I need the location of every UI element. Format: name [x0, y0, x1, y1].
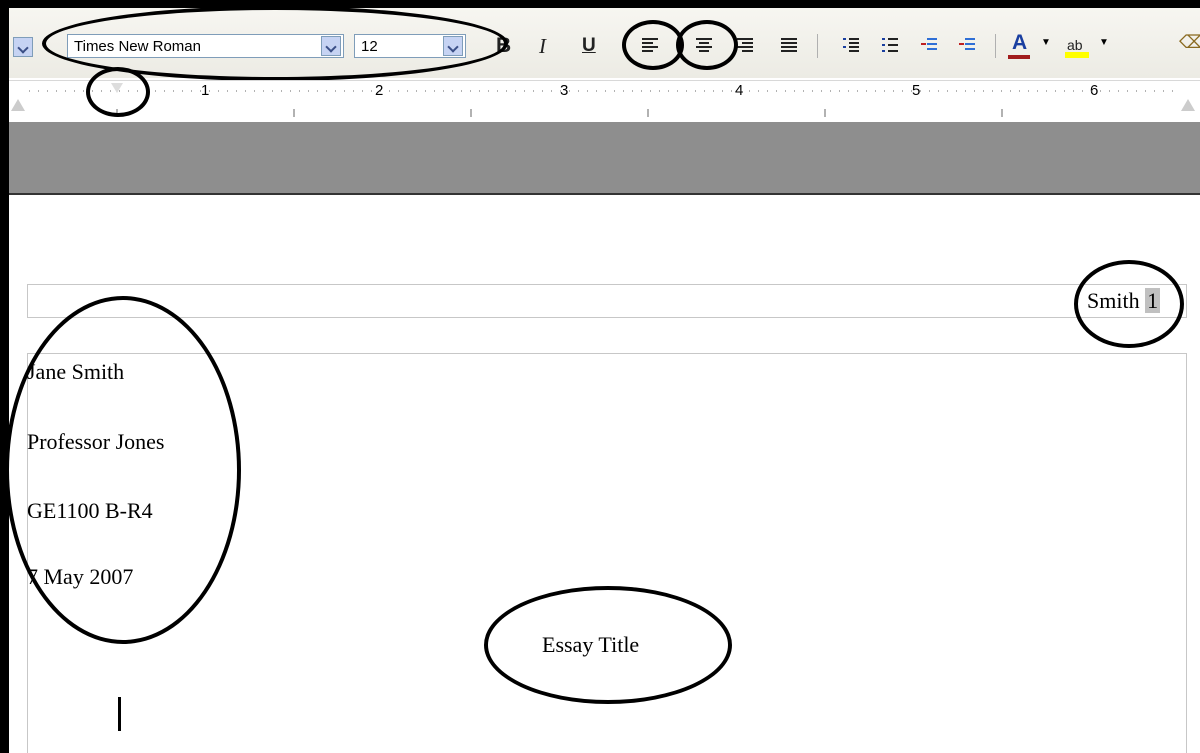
- font-size-combo[interactable]: 12: [354, 34, 466, 58]
- essay-title: Essay Title: [542, 632, 640, 657]
- highlight-swatch: [1065, 52, 1089, 58]
- heading-line-name: Jane Smith: [27, 359, 125, 384]
- justify-icon[interactable]: [781, 38, 797, 54]
- bold-button[interactable]: B: [496, 35, 511, 57]
- font-color-swatch: [1008, 55, 1030, 59]
- document-body-area[interactable]: [27, 353, 1187, 753]
- font-name-combo[interactable]: Times New Roman: [67, 34, 344, 58]
- heading-line-course: GE1100 B-R4: [27, 498, 153, 523]
- decrease-indent-icon[interactable]: [921, 38, 937, 54]
- toolbar-separator: [995, 34, 996, 58]
- font-color-icon[interactable]: A: [1012, 32, 1027, 54]
- first-line-indent-icon[interactable]: [111, 83, 123, 93]
- text-cursor: [118, 697, 121, 731]
- right-margin-marker-icon[interactable]: [1181, 99, 1195, 111]
- font-name-dropdown-icon[interactable]: [321, 36, 341, 56]
- left-margin-marker-icon[interactable]: [11, 99, 25, 111]
- ruler-ticks: [29, 90, 1179, 117]
- window-top-border: [0, 0, 1200, 8]
- bullet-list-icon[interactable]: [882, 38, 898, 54]
- header-last-name: Smith: [1087, 288, 1140, 313]
- window-left-border: [0, 0, 9, 753]
- page-header-area[interactable]: [27, 284, 1187, 318]
- font-size-dropdown-icon[interactable]: [443, 36, 463, 56]
- style-dropdown-icon[interactable]: [13, 37, 33, 57]
- font-name-value: Times New Roman: [74, 38, 201, 55]
- increase-indent-icon[interactable]: [959, 38, 975, 54]
- numbered-list-icon[interactable]: [843, 38, 859, 54]
- page-gap-area: [9, 122, 1200, 195]
- italic-button[interactable]: I: [539, 35, 546, 57]
- formatting-toolbar: Times New Roman 12 B I U A ▼ ab ▼ ⌫: [9, 6, 1200, 81]
- highlight-dropdown-icon[interactable]: ▼: [1099, 37, 1109, 48]
- eraser-icon[interactable]: ⌫: [1179, 32, 1200, 53]
- horizontal-ruler[interactable]: 1 2 3 4 5 6: [9, 67, 1200, 124]
- align-right-icon[interactable]: [737, 38, 753, 54]
- header-text: Smith 1: [1087, 288, 1161, 314]
- heading-line-professor: Professor Jones: [27, 429, 165, 454]
- align-center-icon[interactable]: [696, 38, 712, 54]
- heading-line-date: 7 May 2007: [27, 564, 134, 589]
- page-number-field: 1: [1145, 288, 1161, 313]
- font-color-dropdown-icon[interactable]: ▼: [1041, 37, 1051, 48]
- toolbar-separator: [817, 34, 818, 58]
- align-left-icon[interactable]: [642, 38, 658, 54]
- font-size-value: 12: [361, 38, 378, 55]
- underline-button[interactable]: U: [582, 35, 596, 57]
